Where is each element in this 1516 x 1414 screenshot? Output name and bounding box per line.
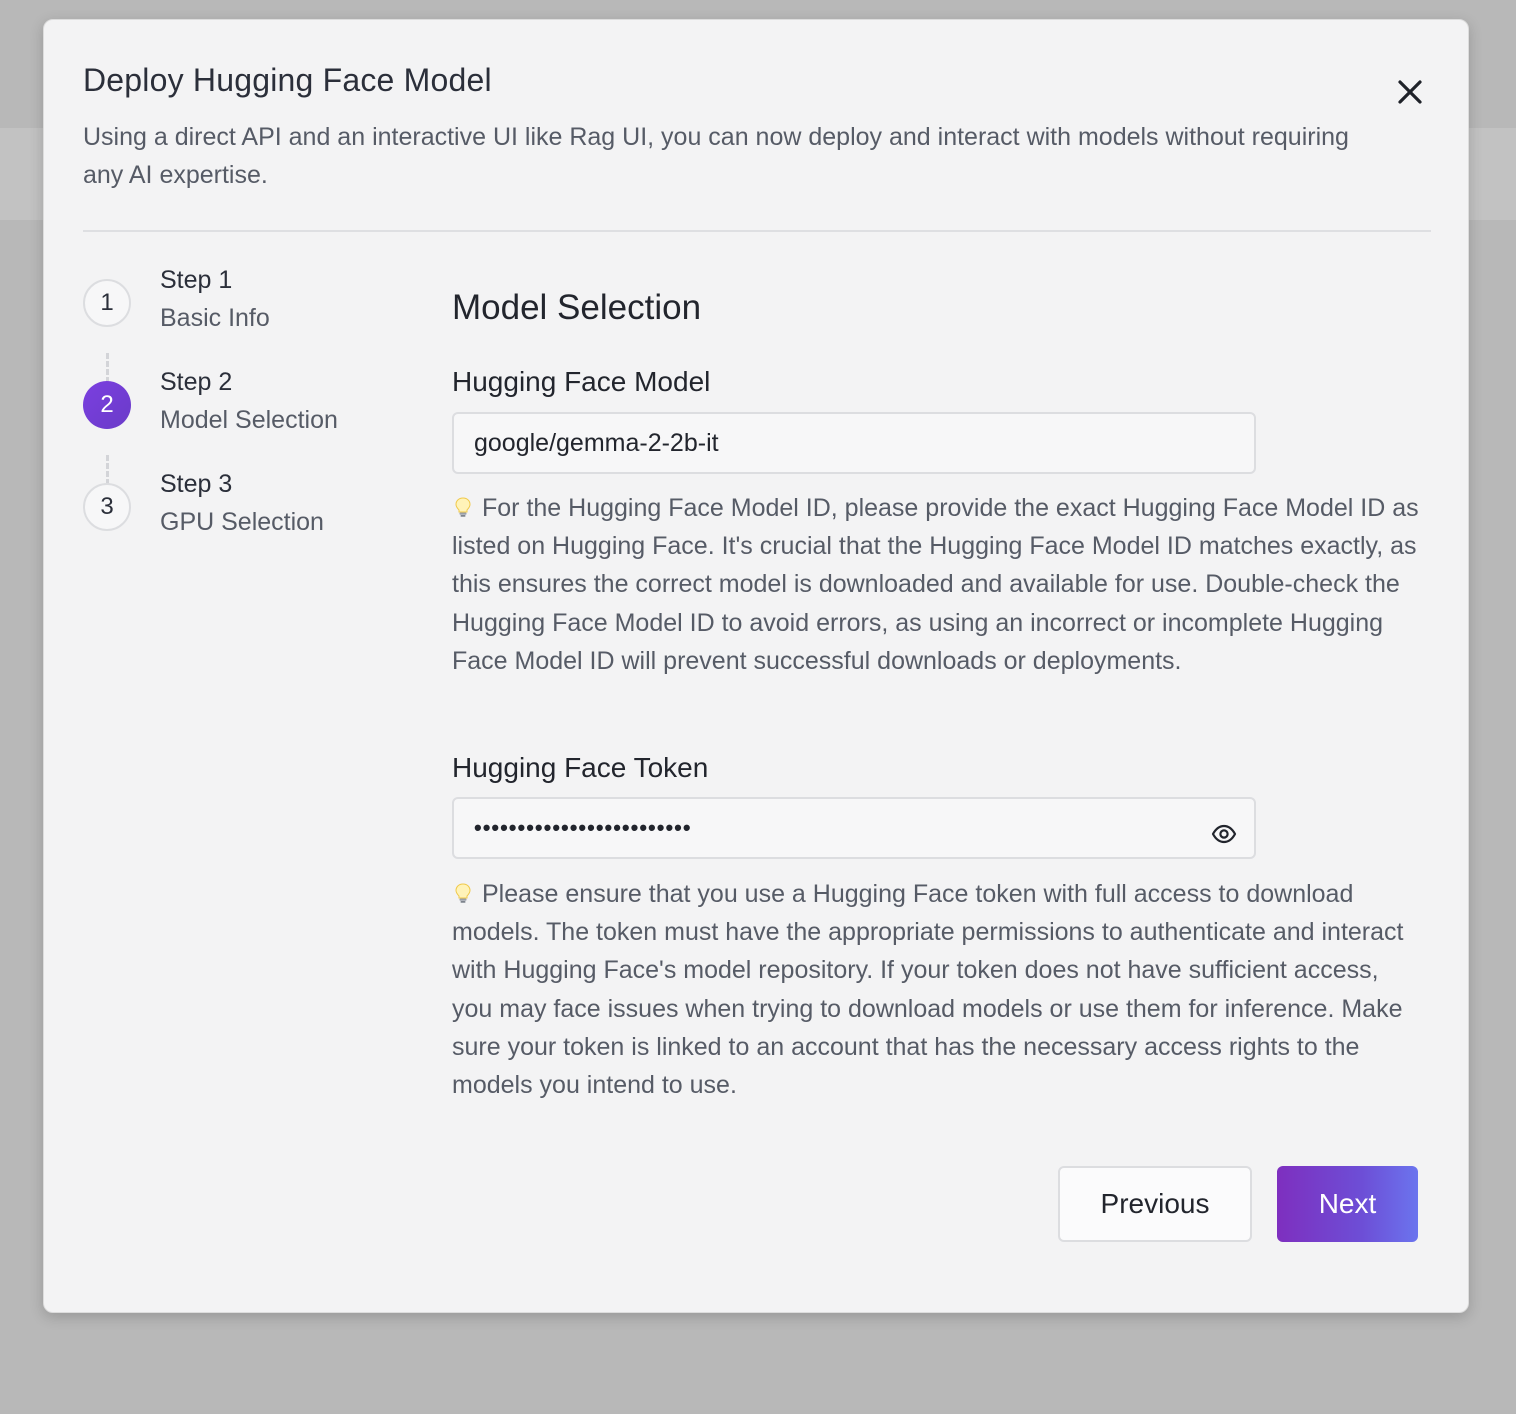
model-hint: For the Hugging Face Model ID, please pr… bbox=[452, 489, 1422, 680]
token-hint: Please ensure that you use a Hugging Fac… bbox=[452, 875, 1422, 1104]
model-id-input[interactable] bbox=[452, 412, 1256, 474]
step-subtitle: Basic Info bbox=[160, 304, 270, 332]
step-subtitle: GPU Selection bbox=[160, 508, 324, 536]
eye-icon bbox=[1211, 824, 1237, 844]
token-input[interactable] bbox=[452, 797, 1256, 859]
close-button[interactable] bbox=[1390, 72, 1430, 112]
section-title: Model Selection bbox=[452, 288, 702, 327]
next-button[interactable]: Next bbox=[1277, 1166, 1418, 1242]
step-subtitle: Model Selection bbox=[160, 406, 338, 434]
model-field-label: Hugging Face Model bbox=[452, 366, 711, 397]
step-connector bbox=[106, 455, 109, 485]
step-number-badge: 2 bbox=[83, 381, 131, 429]
step-number-badge: 1 bbox=[83, 279, 131, 327]
previous-button[interactable]: Previous bbox=[1058, 1166, 1252, 1242]
step-connector bbox=[106, 353, 109, 383]
dialog-description: Using a direct API and an interactive UI… bbox=[83, 123, 1349, 189]
deploy-model-dialog: Deploy Hugging Face Model Using a direct… bbox=[43, 19, 1469, 1313]
step-title: Step 3 bbox=[160, 470, 233, 498]
dialog-title: Deploy Hugging Face Model bbox=[83, 62, 492, 98]
model-hint-text: For the Hugging Face Model ID, please pr… bbox=[452, 494, 1419, 675]
lightbulb-icon bbox=[455, 497, 471, 517]
step-title: Step 2 bbox=[160, 368, 233, 396]
step-number-badge: 3 bbox=[83, 483, 131, 531]
token-hint-text: Please ensure that you use a Hugging Fac… bbox=[452, 880, 1404, 1100]
lightbulb-icon bbox=[455, 883, 471, 903]
token-field-label: Hugging Face Token bbox=[452, 752, 709, 783]
header-divider bbox=[83, 230, 1431, 232]
toggle-token-visibility-button[interactable] bbox=[1204, 814, 1244, 854]
step-title: Step 1 bbox=[160, 266, 233, 294]
close-icon bbox=[1398, 80, 1422, 104]
